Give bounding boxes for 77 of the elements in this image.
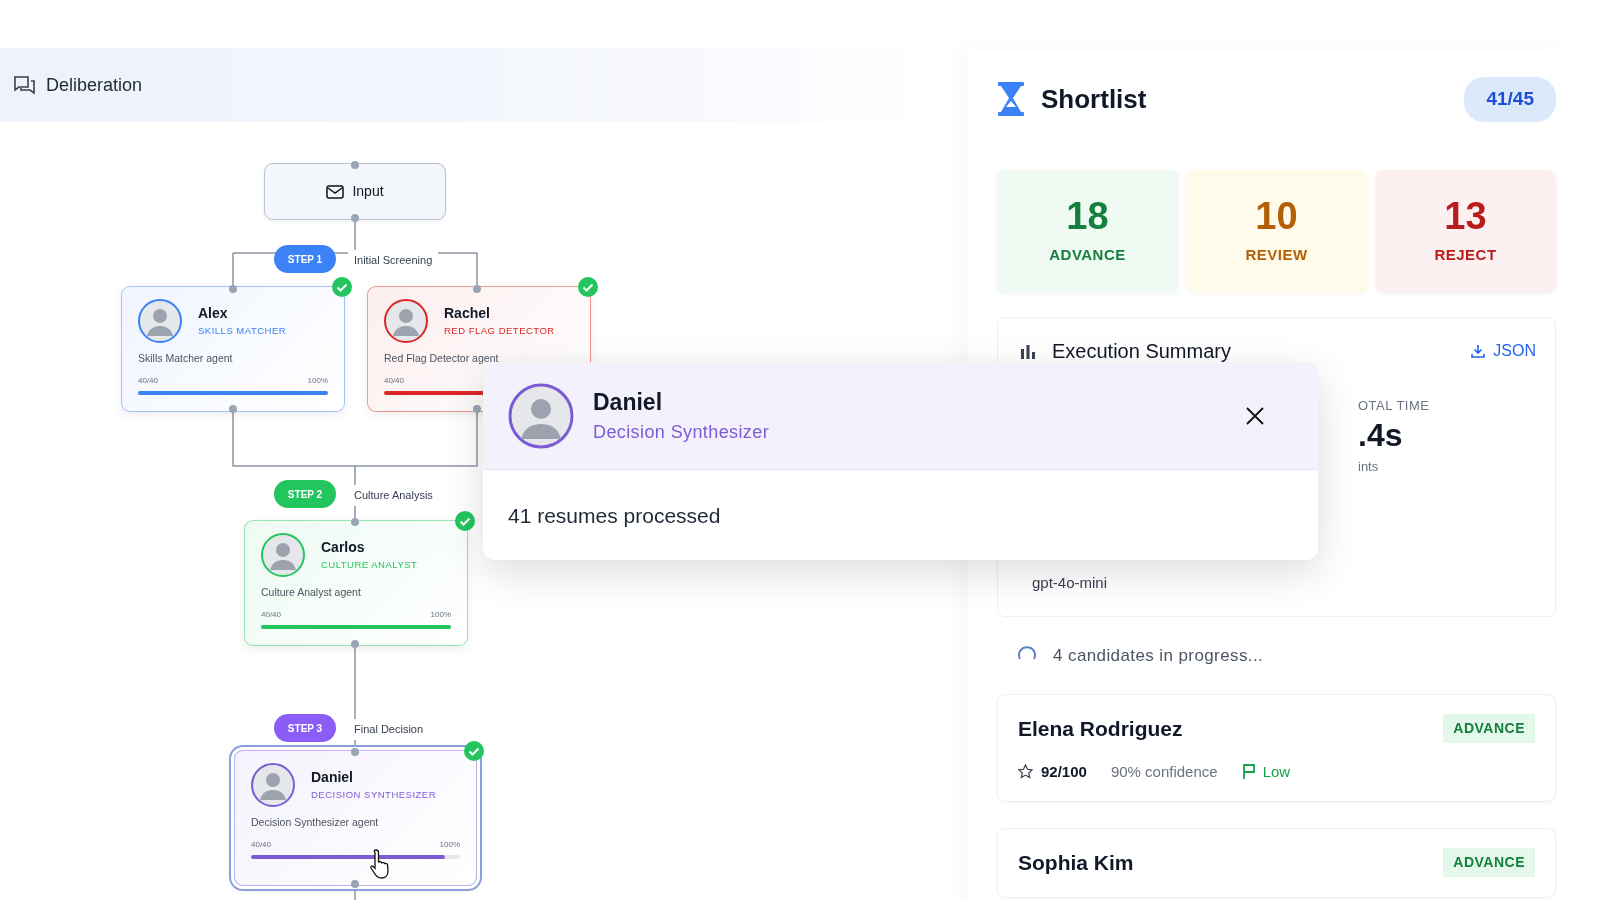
avatar — [384, 299, 428, 343]
stat-value: 18 — [1066, 195, 1109, 238]
count-badge: 41/45 — [1464, 77, 1556, 122]
close-icon — [1245, 406, 1265, 427]
stat-value: 13 — [1444, 195, 1487, 238]
flag-icon — [1241, 764, 1255, 780]
progress-text: 4 candidates in progress... — [1053, 644, 1264, 667]
agent-description: Culture Analyst agent — [261, 585, 362, 600]
stat-label: ADVANCE — [1049, 244, 1126, 265]
agent-role: SKILLS MATCHER — [198, 324, 287, 339]
agent-name: Rachel — [444, 304, 491, 324]
connection-port[interactable] — [351, 748, 359, 756]
connection-port[interactable] — [351, 161, 359, 169]
connection-port[interactable] — [351, 214, 359, 222]
popup-message: 41 resumes processed — [507, 503, 722, 529]
progress-count: 40/40 — [251, 838, 272, 851]
stat-label: REJECT — [1434, 244, 1497, 265]
risk-text: Low — [1262, 761, 1291, 782]
candidate-name: Elena Rodriguez — [1018, 716, 1183, 742]
section-title: Execution Summary — [1052, 338, 1231, 364]
chat-icon — [12, 74, 36, 96]
hourglass-icon — [997, 81, 1025, 118]
input-node[interactable]: Input — [264, 163, 446, 220]
mail-icon — [326, 184, 345, 199]
connection-port[interactable] — [351, 880, 359, 888]
agent-card[interactable]: Alex SKILLS MATCHER Skills Matcher agent 40/40 100% — [121, 286, 345, 412]
agent-description: Red Flag Detector agent — [384, 351, 500, 366]
stat-value: 10 — [1255, 195, 1298, 238]
confidence-text: 90% confidence — [1110, 761, 1218, 782]
progress-count: 40/40 — [261, 608, 282, 621]
stat-note: ints — [1358, 457, 1380, 476]
chart-icon — [1020, 342, 1036, 359]
node-label: Input — [352, 182, 384, 201]
connection-port[interactable] — [473, 405, 481, 413]
agent-name: Alex — [198, 304, 229, 324]
star-icon — [1018, 764, 1033, 780]
stat-label: OTAL TIME — [1358, 396, 1431, 415]
step-badge: STEP 3 — [274, 714, 336, 742]
agent-role: DECISION SYNTHESIZER — [311, 788, 437, 803]
avatar — [261, 533, 305, 577]
connection-port[interactable] — [229, 405, 237, 413]
stat-value: .4s — [1358, 416, 1404, 455]
popup-name: Daniel — [593, 387, 664, 417]
step-badge: STEP 1 — [274, 245, 336, 273]
decision-tag: ADVANCE — [1443, 714, 1535, 744]
agent-description: Decision Synthesizer agent — [251, 815, 380, 830]
agent-card[interactable]: Carlos CULTURE ANALYST Culture Analyst agent 40/40 100% — [244, 520, 468, 646]
connection-port[interactable] — [351, 518, 359, 526]
agent-role: RED FLAG DETECTOR — [444, 324, 555, 339]
popup-role: Decision Synthesizer — [593, 421, 771, 445]
candidate-card[interactable]: Sophia Kim ADVANCE — [997, 828, 1556, 898]
avatar — [138, 299, 182, 343]
progress-count: 40/40 — [384, 374, 405, 387]
progress-percent: 100% — [439, 838, 460, 851]
panel-title: Shortlist — [1041, 82, 1147, 116]
connection-port[interactable] — [351, 640, 359, 648]
decision-tag: ADVANCE — [1443, 848, 1535, 878]
avatar — [508, 382, 574, 449]
agent-name: Daniel — [311, 768, 354, 788]
download-icon — [1471, 343, 1486, 358]
stat-label: REVIEW — [1245, 244, 1308, 265]
progress-count: 40/40 — [138, 374, 159, 387]
agent-name: Carlos — [321, 538, 366, 558]
avatar — [251, 763, 295, 807]
connection-port[interactable] — [473, 285, 481, 293]
progress-percent: 100% — [430, 608, 451, 621]
score-text: 92/100 — [1041, 761, 1087, 782]
step-badge: STEP 2 — [274, 480, 336, 508]
agent-role: CULTURE ANALYST — [321, 558, 418, 573]
candidate-card[interactable]: Elena Rodriguez ADVANCE 92/100 90% confidence Low — [997, 694, 1556, 802]
candidate-name: Sophia Kim — [1018, 850, 1134, 876]
connection-port[interactable] — [229, 285, 237, 293]
progress-percent: 100% — [307, 374, 328, 387]
export-link[interactable]: JSON — [1470, 337, 1537, 364]
agent-description: Skills Matcher agent — [138, 351, 234, 366]
panel-title: Deliberation — [46, 73, 143, 97]
model-name: gpt-4o-mini — [1032, 573, 1109, 594]
